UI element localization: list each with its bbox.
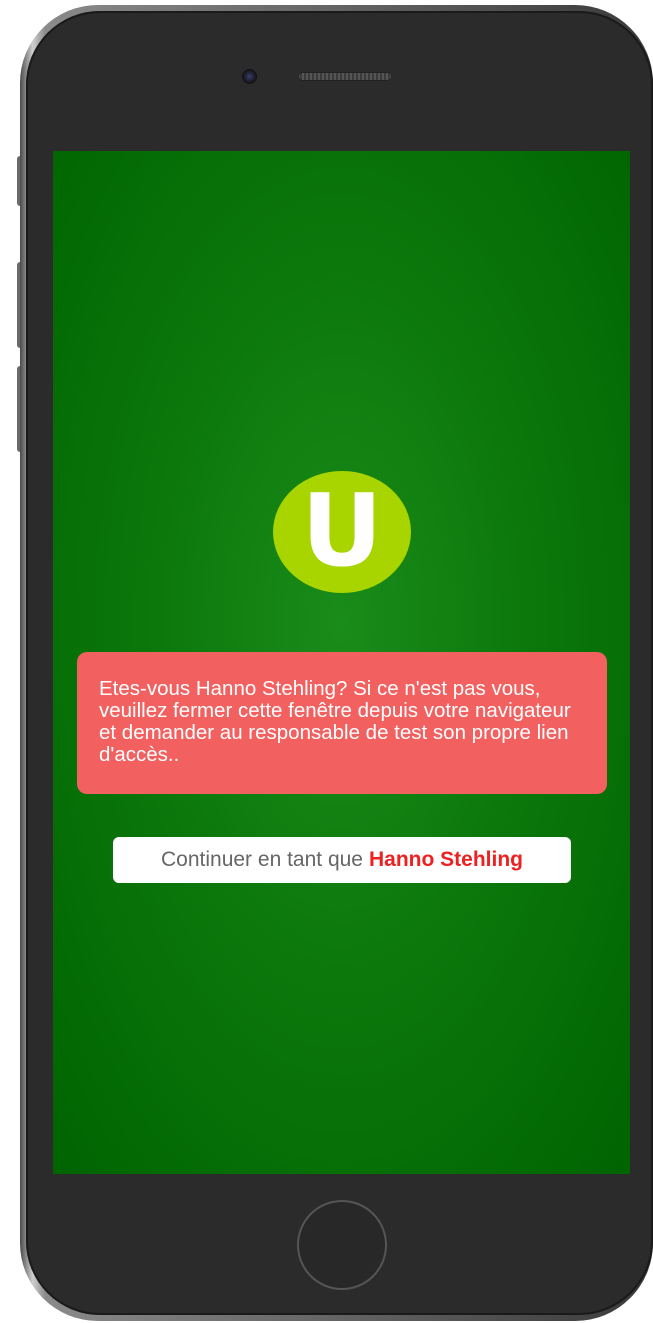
speaker-grille-icon: [298, 72, 392, 81]
logo-letter: U: [301, 472, 383, 589]
continue-button-user-name: Hanno Stehling: [368, 848, 523, 871]
continue-as-user-button[interactable]: Continuer en tant que Hanno Stehling: [113, 837, 571, 883]
warning-message: Etes-vous Hanno Stehling? Si ce n'est pa…: [99, 677, 571, 766]
identity-warning-box: Etes-vous Hanno Stehling? Si ce n'est pa…: [77, 652, 607, 794]
camera-icon: [243, 70, 256, 83]
app-screen: U Etes-vous Hanno Stehling? Si ce n'est …: [53, 151, 630, 1174]
app-logo: U: [273, 471, 411, 593]
home-button-icon[interactable]: [297, 1200, 387, 1290]
continue-button-prefix: Continuer en tant que: [161, 848, 363, 871]
